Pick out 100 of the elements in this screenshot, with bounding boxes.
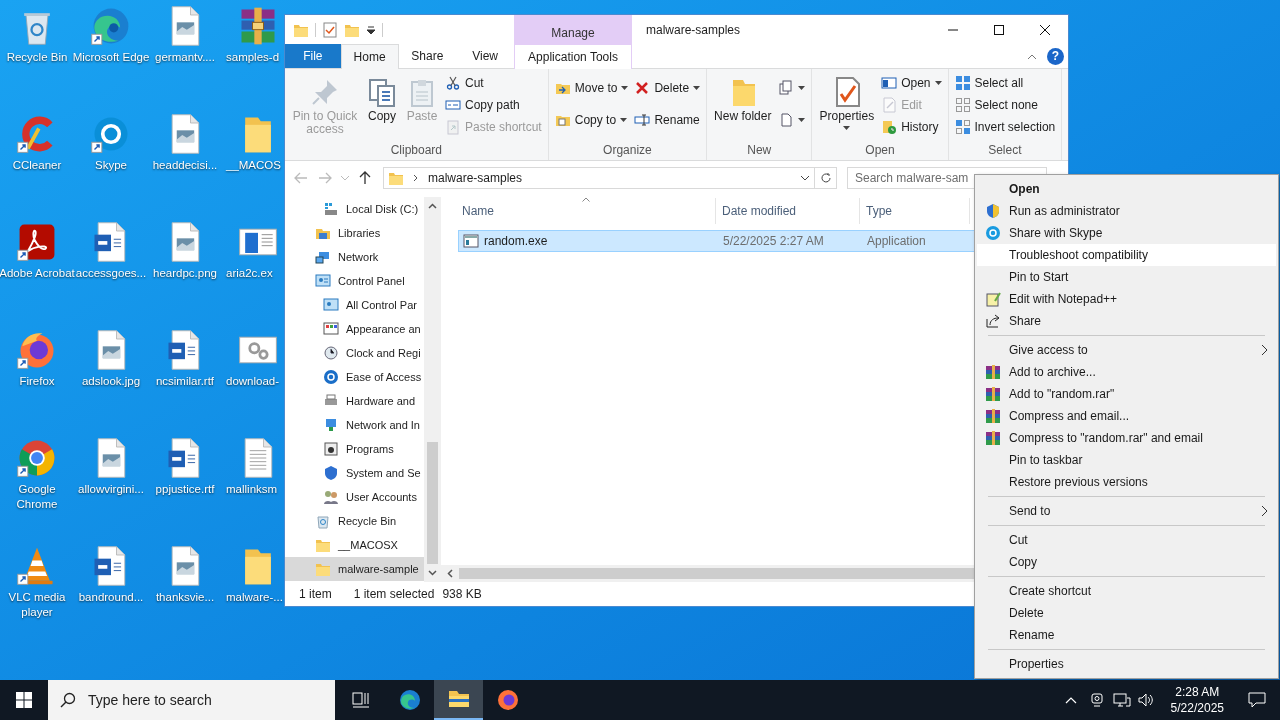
nav-item[interactable]: User Accounts [285, 485, 424, 509]
vertical-scrollbar[interactable] [424, 197, 441, 582]
ribbon-button[interactable]: Move to [552, 77, 631, 99]
ribbon-button[interactable]: Copy [363, 72, 401, 123]
nav-item[interactable]: Appearance an [285, 317, 424, 341]
network-icon [315, 249, 331, 265]
ribbon-button[interactable]: Open [879, 72, 944, 94]
dropdown-caret-icon[interactable] [800, 175, 810, 181]
application-icon [463, 233, 479, 249]
up-arrow-icon[interactable] [357, 170, 373, 186]
scrollbar-thumb[interactable] [427, 442, 438, 564]
menu-item[interactable]: Run as administrator [977, 200, 1276, 222]
menu-item[interactable]: Send to [977, 500, 1276, 522]
ribbon-button[interactable]: Delete [632, 77, 703, 99]
control-panel-icon [315, 273, 331, 289]
menu-item[interactable]: Delete [977, 602, 1276, 624]
nav-item[interactable]: Recycle Bin [285, 509, 424, 533]
ribbon-button[interactable]: Rename [632, 109, 703, 131]
shortcut-icon [445, 119, 461, 135]
ribbon-button[interactable]: Copy to [552, 109, 631, 131]
help-button[interactable]: ? [1047, 48, 1064, 65]
menu-item[interactable]: Restore previous versions [977, 471, 1276, 493]
ribbon-group-label: Select [987, 142, 1023, 159]
menu-item[interactable]: Add to "random.rar" [977, 383, 1276, 405]
taskbar-app[interactable] [434, 680, 483, 720]
nav-item[interactable]: System and Se [285, 461, 424, 485]
menu-item[interactable]: Pin to Start [977, 266, 1276, 288]
desktop-icon-label[interactable]: malware-... [226, 590, 283, 605]
search-icon [60, 692, 76, 708]
menu-item[interactable]: Compress to "random.rar" and email [977, 427, 1276, 449]
ribbon-button[interactable]: History [879, 116, 944, 138]
ribbon-button[interactable]: Cut [443, 72, 544, 94]
speaker-icon[interactable] [1136, 692, 1155, 708]
scissors-icon [445, 75, 461, 91]
page-icon [778, 112, 795, 128]
ribbon-button[interactable]: Copy path [443, 94, 544, 116]
column-header[interactable]: Name [456, 198, 716, 224]
maximize-icon [994, 25, 1004, 35]
delete-icon [634, 80, 651, 96]
scroll-left-icon[interactable] [447, 569, 453, 578]
desktop-icon-label[interactable]: bandround... [78, 590, 144, 605]
ribbon-button[interactable]: Select none [952, 94, 1058, 116]
nav-item[interactable]: Network [285, 245, 424, 269]
column-header[interactable]: Type [860, 198, 970, 224]
desktop-icon-label[interactable]: VLC media player [0, 590, 77, 620]
nav-item[interactable]: Libraries [285, 221, 424, 245]
ribbon-button[interactable]: Invert selection [952, 116, 1058, 138]
menu-item[interactable]: Cut [977, 529, 1276, 551]
scroll-up-icon[interactable] [428, 203, 437, 209]
camera-icon[interactable] [1088, 692, 1105, 708]
nav-item[interactable]: malware-sample [285, 557, 424, 581]
menu-item[interactable]: Pin to taskbar [977, 449, 1276, 471]
menu-item[interactable]: Create shortcut [977, 580, 1276, 602]
menu-item[interactable]: Edit with Notepad++ [977, 288, 1276, 310]
trash-bin-icon [315, 513, 331, 529]
menu-item[interactable]: Troubleshoot compatibility [977, 244, 1276, 266]
chevron-up-icon[interactable] [1064, 696, 1077, 704]
archive-icon [985, 386, 1001, 402]
customize-caret-icon[interactable] [366, 25, 376, 35]
menu-item[interactable]: Compress and email... [977, 405, 1276, 427]
taskbar-search-field[interactable]: Type here to search [48, 680, 335, 720]
refresh-button[interactable] [815, 167, 837, 189]
shield-icon [985, 203, 1001, 219]
column-header[interactable]: Date modified [716, 198, 860, 224]
swirl-circle-icon [397, 688, 422, 712]
open-icon [881, 75, 898, 91]
nav-item[interactable]: Local Disk (C:) [285, 197, 424, 221]
menu-item[interactable]: Share [977, 310, 1276, 332]
menu-item[interactable]: Copy [977, 551, 1276, 573]
nav-item[interactable]: __MACOSX [285, 533, 424, 557]
clock[interactable]: 2:28 AM 5/22/2025 [1164, 684, 1230, 716]
desktop-icon-label[interactable]: thanksvie... [155, 590, 215, 605]
nav-item[interactable]: Clock and Regi [285, 341, 424, 365]
scroll-down-icon[interactable] [428, 570, 437, 576]
file-tab[interactable]: File [285, 44, 341, 68]
status-text: 1 item selected [353, 586, 435, 603]
address-bar[interactable]: malware-samples [383, 167, 815, 189]
nav-item[interactable]: Network and In [285, 413, 424, 437]
ribbon-button[interactable]: Properties [816, 72, 878, 130]
nav-item[interactable]: Hardware and [285, 389, 424, 413]
ribbon-tab[interactable]: Application Tools [514, 45, 632, 69]
collapse-ribbon-icon[interactable] [1027, 53, 1037, 60]
flame-circle-icon [495, 688, 520, 712]
nav-item[interactable]: Control Panel [285, 269, 424, 293]
ribbon-tab[interactable]: Share [398, 44, 457, 68]
ribbon-button[interactable]: New folder [711, 72, 775, 123]
ribbon-tab[interactable]: Home [340, 44, 399, 69]
network-icon[interactable] [1112, 692, 1131, 708]
nav-item[interactable]: Programs [285, 437, 424, 461]
nav-item[interactable]: Ease of Access [285, 365, 424, 389]
menu-item[interactable]: Rename [977, 624, 1276, 646]
menu-item[interactable]: Give access to [977, 339, 1276, 361]
ribbon-button[interactable]: Select all [952, 72, 1058, 94]
notification-icon [1248, 692, 1266, 708]
menu-item[interactable]: Add to archive... [977, 361, 1276, 383]
nav-item[interactable]: All Control Par [285, 293, 424, 317]
properties-icon[interactable] [322, 22, 338, 38]
menu-item[interactable]: Properties [977, 653, 1276, 675]
ribbon-tab[interactable]: View [456, 44, 514, 68]
dropdown-caret-icon [843, 126, 851, 130]
